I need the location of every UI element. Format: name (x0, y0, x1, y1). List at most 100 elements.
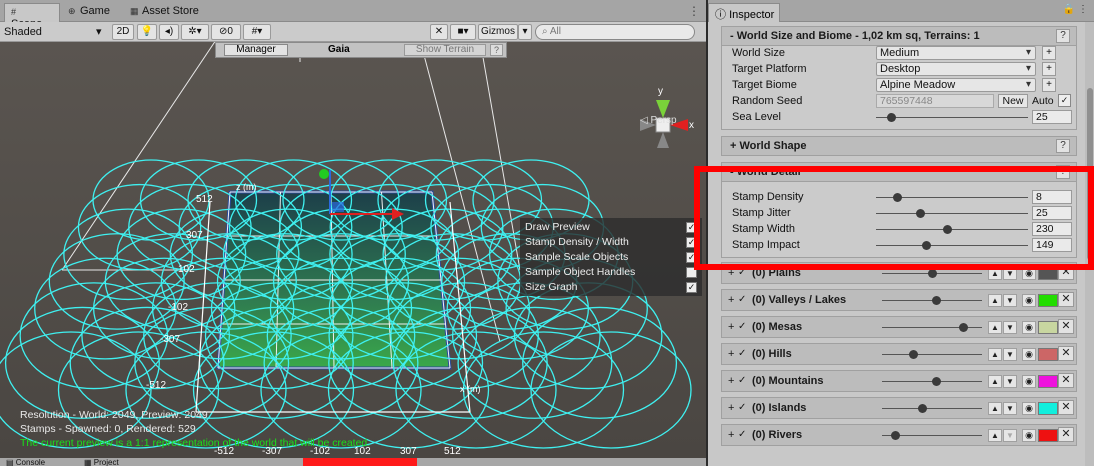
color-swatch[interactable] (1038, 375, 1058, 388)
stamp-density-slider[interactable] (876, 193, 1028, 202)
visibility-eye-icon[interactable]: ◉ (1022, 294, 1036, 307)
overlay-option-draw-preview[interactable]: Draw Preview ✓ (525, 221, 697, 235)
random-seed-input[interactable]: 765597448 (876, 94, 994, 108)
stamp-width-slider[interactable] (876, 225, 1028, 234)
target-platform-dropdown[interactable]: Desktop (876, 62, 1036, 76)
world-detail-section-header[interactable]: - World Detail ? (721, 162, 1077, 182)
visibility-eye-icon[interactable]: ◉ (1022, 321, 1036, 334)
checkbox[interactable]: ✓ (686, 282, 697, 293)
stamp-impact-value[interactable]: 149 (1032, 238, 1072, 252)
slider-knob[interactable] (959, 323, 969, 332)
camera-icon[interactable]: ■▾ (450, 24, 476, 40)
slider-knob[interactable] (927, 269, 937, 278)
overlay-option-size-graph[interactable]: Size Graph ✓ (525, 281, 697, 295)
stamp-impact-slider[interactable] (876, 241, 1028, 250)
stamp-enabled-checkbox[interactable]: ✓ (738, 267, 750, 279)
gizmos-button[interactable]: Gizmos (478, 24, 518, 40)
expand-icon[interactable]: + (728, 267, 734, 279)
stamp-enabled-checkbox[interactable]: ✓ (738, 294, 750, 306)
remove-stamp-button[interactable]: ✕ (1058, 400, 1074, 415)
help-button[interactable]: ? (1056, 165, 1070, 179)
visibility-eye-icon[interactable]: ◉ (1022, 429, 1036, 442)
add-button[interactable]: + (1042, 46, 1056, 60)
new-seed-button[interactable]: New (998, 94, 1028, 108)
checkbox[interactable]: ✓ (686, 237, 697, 248)
world-shape-section-header[interactable]: + World Shape ? (721, 136, 1077, 156)
scene-search-input[interactable]: ⌕ All (535, 24, 695, 40)
stamp-slider[interactable] (882, 323, 982, 332)
expand-icon[interactable]: + (728, 402, 734, 414)
stamp-slider[interactable] (882, 296, 982, 305)
color-swatch[interactable] (1038, 402, 1058, 415)
stamp-slider[interactable] (882, 350, 982, 359)
expand-icon[interactable]: + (728, 375, 734, 387)
overlay-option-sample-handles[interactable]: Sample Object Handles (525, 266, 697, 280)
slider-knob[interactable] (893, 193, 903, 202)
help-button[interactable]: ? (1056, 29, 1070, 43)
stamp-jitter-value[interactable]: 25 (1032, 206, 1072, 220)
slider-knob[interactable] (932, 296, 942, 305)
stamp-slider[interactable] (882, 377, 982, 386)
slider-knob[interactable] (921, 241, 931, 250)
remove-stamp-button[interactable]: ✕ (1058, 319, 1074, 334)
tab-project[interactable]: ▦ Project (84, 458, 164, 466)
move-up-icon[interactable]: ▲ (988, 402, 1002, 415)
stamp-enabled-checkbox[interactable]: ✓ (738, 429, 750, 441)
tab-game[interactable]: ⊕ Game (62, 3, 120, 22)
stamp-row[interactable]: +✓(0) Valleys / Lakes▲▼◉⁄ (721, 289, 1077, 311)
move-down-icon[interactable]: ▼ (1003, 348, 1017, 361)
slider-knob[interactable] (916, 209, 926, 218)
tab-scene[interactable]: #Scene (4, 3, 60, 30)
stamp-slider[interactable] (882, 269, 982, 278)
sea-level-value[interactable]: 25 (1032, 110, 1072, 124)
slider-knob[interactable] (943, 225, 953, 234)
scene-menu-icon[interactable]: ⋮ (688, 4, 700, 18)
move-up-icon[interactable]: ▲ (988, 348, 1002, 361)
lighting-icon[interactable]: 💡 (137, 24, 157, 40)
world-size-dropdown[interactable]: Medium (876, 46, 1036, 60)
stamp-enabled-checkbox[interactable]: ✓ (738, 402, 750, 414)
stamp-jitter-slider[interactable] (876, 209, 1028, 218)
stamp-row[interactable]: +✓(0) Mountains▲▼◉⁄ (721, 370, 1077, 392)
stamp-row[interactable]: +✓(0) Mesas▲▼◉⁄ (721, 316, 1077, 338)
slider-knob[interactable] (909, 350, 919, 359)
visibility-eye-icon[interactable]: ◉ (1022, 375, 1036, 388)
stamp-row[interactable]: +✓(0) Rivers▲▼◉⁄ (721, 424, 1077, 446)
hidden-objects-button[interactable]: ⊘0 (211, 24, 241, 40)
lock-icon[interactable]: 🔒 ⋮ (1063, 4, 1088, 15)
stamp-width-value[interactable]: 230 (1032, 222, 1072, 236)
show-terrain-button[interactable]: Show Terrain (404, 44, 486, 56)
color-swatch[interactable] (1038, 321, 1058, 334)
move-down-icon[interactable]: ▼ (1003, 402, 1017, 415)
stamp-slider[interactable] (882, 404, 982, 413)
color-swatch[interactable] (1038, 267, 1058, 280)
color-swatch[interactable] (1038, 294, 1058, 307)
tools-icon[interactable]: ✕ (430, 24, 448, 40)
add-button[interactable]: + (1042, 62, 1056, 76)
move-down-icon[interactable]: ▼ (1003, 429, 1017, 442)
help-button[interactable]: ? (1056, 139, 1070, 153)
inspector-scroll-thumb[interactable] (1087, 88, 1093, 260)
stamp-enabled-checkbox[interactable]: ✓ (738, 321, 750, 333)
tab-inspector[interactable]: ⓘ Inspector (708, 3, 780, 22)
tab-asset-store[interactable]: ▦ Asset Store (124, 3, 214, 22)
remove-stamp-button[interactable]: ✕ (1058, 346, 1074, 361)
gizmos-dropdown[interactable]: ▾ (518, 24, 532, 40)
slider-knob[interactable] (891, 431, 901, 440)
audio-icon[interactable]: ◂) (159, 24, 179, 40)
world-size-section-header[interactable]: - World Size and Biome - 1,02 km sq, Ter… (721, 26, 1077, 46)
visibility-eye-icon[interactable]: ◉ (1022, 348, 1036, 361)
slider-knob[interactable] (887, 113, 897, 122)
move-down-icon[interactable]: ▼ (1003, 375, 1017, 388)
sea-level-slider[interactable] (876, 113, 1028, 122)
slider-knob[interactable] (932, 377, 942, 386)
stamp-enabled-checkbox[interactable]: ✓ (738, 375, 750, 387)
remove-stamp-button[interactable]: ✕ (1058, 373, 1074, 388)
visibility-eye-icon[interactable]: ◉ (1022, 267, 1036, 280)
move-up-icon[interactable]: ▲ (988, 321, 1002, 334)
stamp-slider[interactable] (882, 431, 982, 440)
expand-icon[interactable]: + (728, 429, 734, 441)
overlay-option-sample-scale[interactable]: Sample Scale Objects ✓ (525, 251, 697, 265)
manager-button[interactable]: Manager (224, 44, 288, 56)
checkbox[interactable] (686, 267, 697, 278)
